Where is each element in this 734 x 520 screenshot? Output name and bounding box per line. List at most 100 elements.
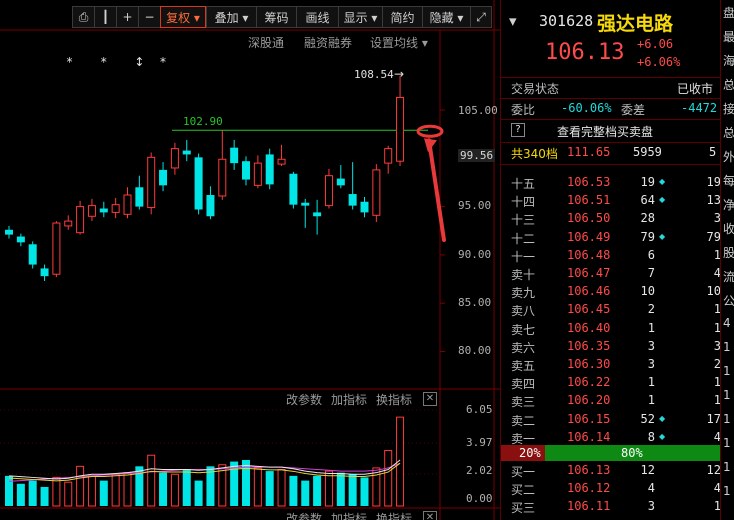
stock-dropdown-icon[interactable]: ▾ xyxy=(509,12,517,30)
ask-row[interactable]: 十三 106.50 28 3 xyxy=(501,210,729,228)
volume-bar-down xyxy=(289,475,298,506)
side-tab-char[interactable]: 4 xyxy=(723,316,731,330)
change-params-button[interactable]: 改参数 xyxy=(286,391,322,408)
candle-body-up xyxy=(384,148,393,164)
toolbar-button-5[interactable]: 叠加 ▾ xyxy=(206,6,256,28)
expand-icon[interactable]: ⤢ xyxy=(470,6,492,28)
side-tab-char[interactable]: 海 xyxy=(723,52,734,69)
asks-volume: 19 xyxy=(640,175,655,189)
cursor-icon[interactable]: ┃ xyxy=(94,6,116,28)
volume-bar-up xyxy=(170,473,179,507)
rongzi-link[interactable]: 融资融券 xyxy=(304,34,352,51)
asks-level-label: 卖六 xyxy=(511,340,536,355)
ask-row[interactable]: 卖六 106.35 3 3 xyxy=(501,338,729,356)
asks-level-label: 十一 xyxy=(511,249,536,264)
ask-row[interactable]: 卖十 106.47 7 4 xyxy=(501,265,729,283)
chart-pane[interactable]: * * ↕ * ⎙ ┃ + − 复权 ▾ 叠加 ▾ 筹码 画线 显示 ▾ 简约 隐藏 ▾ ⤢ 深股通 融资融… xyxy=(0,0,500,520)
toolbar-button-6[interactable]: 筹码 xyxy=(256,6,296,28)
side-tab-char[interactable]: 1 xyxy=(723,436,731,450)
swap-indicator-button[interactable]: 换指标 xyxy=(376,391,412,408)
zoom-out-icon[interactable]: − xyxy=(138,6,160,28)
toolbar-button-8[interactable]: 显示 ▾ xyxy=(338,6,382,28)
side-tab-char[interactable]: 1 xyxy=(723,460,731,474)
total-row: 共340档 111.65 5959 5 xyxy=(501,144,729,162)
volume-bar-up xyxy=(87,475,96,507)
ask-row[interactable]: 卖七 106.40 1 1 xyxy=(501,320,729,338)
ask-row[interactable]: 卖九 106.46 10 10 xyxy=(501,283,729,301)
side-tab-char[interactable]: 股 xyxy=(723,244,734,261)
volume-tick-label: 0.00 xyxy=(466,492,493,505)
ask-row[interactable]: 卖二 106.15 52 17 ◆ xyxy=(501,411,729,429)
side-tab-char[interactable]: 1 xyxy=(723,484,731,498)
candle-body-up xyxy=(170,148,179,169)
side-tab-char[interactable]: 公 xyxy=(723,292,734,309)
toolbar-button-9[interactable]: 简约 xyxy=(382,6,422,28)
zoom-in-icon[interactable]: + xyxy=(116,6,138,28)
full-depth-link[interactable]: 查看完整档买卖盘 xyxy=(557,123,653,140)
chart-subbar: 深股通 融资融券 设置均线 ▾ xyxy=(0,34,440,52)
volume-bar-up xyxy=(324,470,333,507)
side-tab-char[interactable]: 盘 xyxy=(723,4,734,21)
flow-diamond-icon: ◆ xyxy=(659,413,666,423)
close-indicator-icon-2[interactable]: ✕ xyxy=(423,511,437,520)
full-depth-row[interactable]: ? 查看完整档买卖盘 xyxy=(501,122,729,140)
ma-settings-dropdown[interactable]: 设置均线 ▾ xyxy=(370,34,428,51)
stock-price: 106.13 xyxy=(545,40,625,65)
ask-row[interactable]: 卖八 106.45 2 1 xyxy=(501,301,729,319)
side-tab-char[interactable]: 外 xyxy=(723,148,734,165)
toolbar-button-7[interactable]: 画线 xyxy=(296,6,338,28)
bids-level-label: 买三 xyxy=(511,501,536,516)
side-tab-char[interactable]: 流 xyxy=(723,268,734,285)
ask-row[interactable]: 十二 106.49 79 79 ◆ xyxy=(501,229,729,247)
side-tab-char[interactable]: 1 xyxy=(723,364,731,378)
ask-row[interactable]: 十五 106.53 19 19 ◆ xyxy=(501,174,729,192)
side-tab-char[interactable]: 收 xyxy=(723,220,734,237)
asks-level-label: 十四 xyxy=(511,195,536,210)
ask-row[interactable]: 十四 106.51 64 13 ◆ xyxy=(501,192,729,210)
volume-bar-down xyxy=(159,472,168,506)
bid-row[interactable]: 买二 106.12 4 4 xyxy=(501,480,729,498)
side-tab-char[interactable]: 总 xyxy=(723,76,734,93)
flow-diamond-icon: ◆ xyxy=(659,195,666,205)
side-tab-char[interactable]: 1 xyxy=(723,340,731,354)
refresh-icon[interactable]: ⎙ xyxy=(72,6,94,28)
side-tab-char[interactable]: 总 xyxy=(723,124,734,141)
ask-row[interactable]: 卖三 106.20 1 1 xyxy=(501,392,729,410)
candle-body-down xyxy=(289,173,298,205)
side-tab-strip[interactable]: 盘最海总接总外每净收股流公 4 1 1 1 1 1 1 1 xyxy=(720,0,734,520)
event-marker-icon: * xyxy=(160,55,166,69)
side-tab-char[interactable]: 每 xyxy=(723,172,734,189)
total-price: 111.65 xyxy=(567,145,611,159)
high-price-label: 108.54 xyxy=(354,68,394,81)
asks-price: 106.45 xyxy=(567,302,611,317)
weicha-label: 委差 xyxy=(621,103,646,117)
change-params-button-2[interactable]: 改参数 xyxy=(286,510,322,520)
add-indicator-button-2[interactable]: 加指标 xyxy=(331,510,367,520)
bid-row[interactable]: 买一 106.13 12 12 xyxy=(501,462,729,480)
close-indicator-icon[interactable]: ✕ xyxy=(423,392,437,406)
side-tab-char[interactable]: 1 xyxy=(723,412,731,426)
shengu-link[interactable]: 深股通 xyxy=(248,34,284,51)
ask-row[interactable]: 十一 106.48 6 1 xyxy=(501,247,729,265)
ask-row[interactable]: 卖五 106.30 3 2 xyxy=(501,356,729,374)
add-indicator-button[interactable]: 加指标 xyxy=(331,391,367,408)
bids-volume: 3 xyxy=(647,499,655,514)
toolbar-button-10[interactable]: 隐藏 ▾ xyxy=(422,6,470,28)
volume-bar-up xyxy=(123,472,132,507)
side-tab-char[interactable]: 最 xyxy=(723,28,734,45)
asks-volume: 10 xyxy=(640,284,655,299)
volume-bar-down xyxy=(5,475,13,506)
side-tab-char[interactable]: 净 xyxy=(723,196,734,213)
help-icon[interactable]: ? xyxy=(511,123,525,137)
candle-body-down xyxy=(5,229,13,235)
side-tab-char[interactable]: 接 xyxy=(723,100,734,117)
toolbar-button-4[interactable]: 复权 ▾ xyxy=(160,6,206,28)
bid-row[interactable]: 买三 106.11 3 1 xyxy=(501,498,729,516)
kline-chart[interactable]: * * ↕ * xyxy=(0,0,500,520)
volume-bar-down xyxy=(28,480,37,506)
volume-bar-up xyxy=(147,454,156,507)
ask-row[interactable]: 卖四 106.22 1 1 xyxy=(501,374,729,392)
candle-body-down xyxy=(336,178,345,186)
swap-indicator-button-2[interactable]: 换指标 xyxy=(376,510,412,520)
side-tab-char[interactable]: 1 xyxy=(723,388,731,402)
